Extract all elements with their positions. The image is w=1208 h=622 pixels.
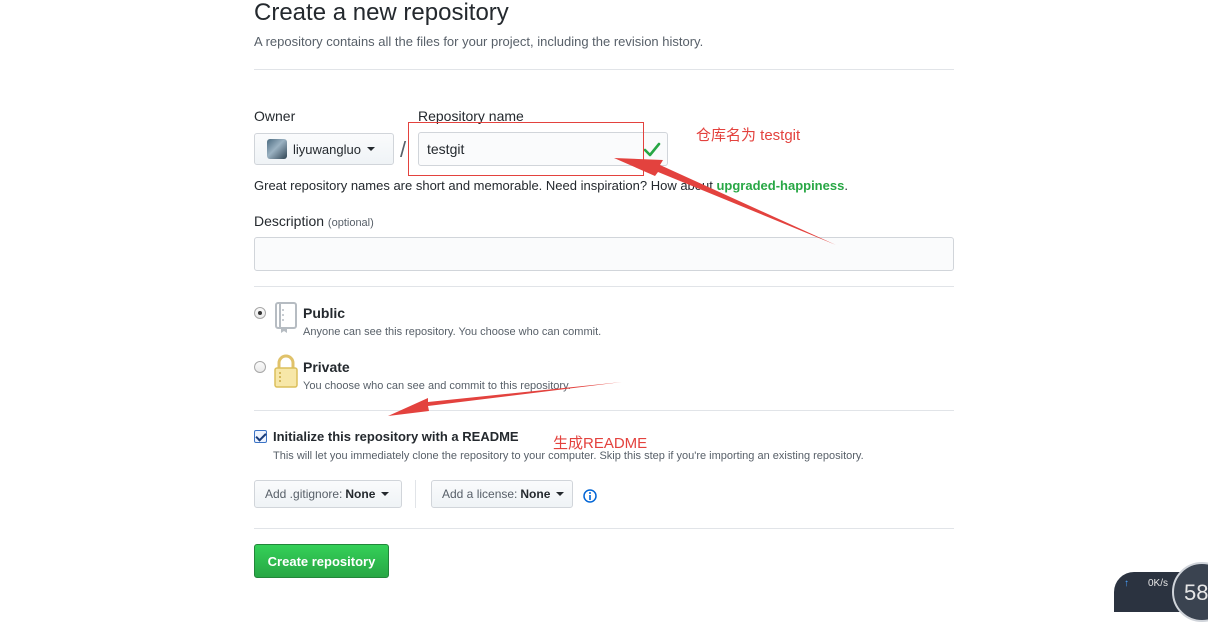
annotation-arrow-icon: [388, 382, 622, 416]
annotation-arrow-icon: [614, 158, 836, 245]
speed-rate: 0K/s: [1148, 578, 1169, 589]
upload-arrow-icon: ↑: [1124, 578, 1129, 589]
annotation-arrows: [388, 158, 836, 416]
speed-number: 58: [1184, 580, 1208, 605]
